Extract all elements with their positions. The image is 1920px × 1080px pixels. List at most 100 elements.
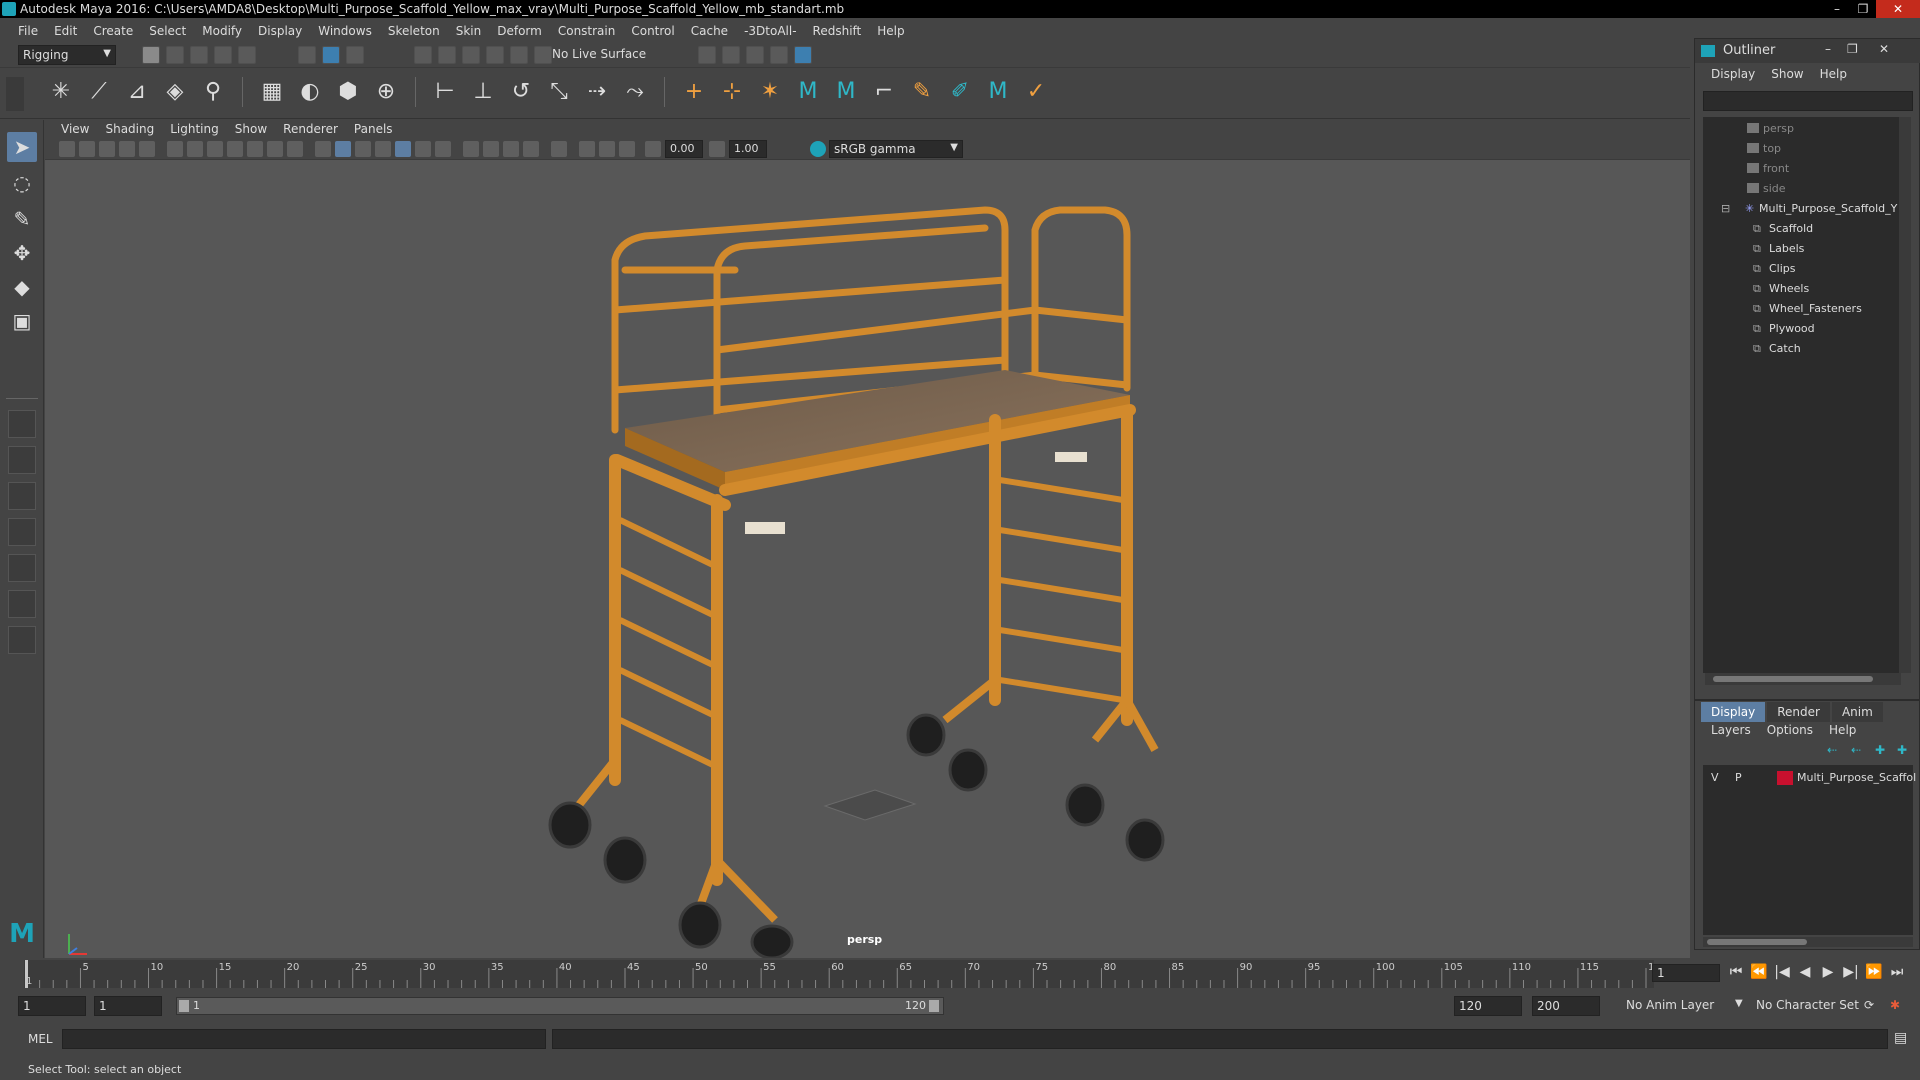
safe-action-icon[interactable] — [267, 141, 283, 157]
undo-icon[interactable] — [214, 46, 232, 64]
viewport-scene[interactable]: persp — [45, 160, 1690, 960]
start-time-field[interactable]: 1 — [18, 996, 86, 1016]
hik-character-icon[interactable]: ✶ — [755, 77, 785, 107]
outliner-layout-icon[interactable] — [8, 518, 36, 546]
field-chart-icon[interactable] — [247, 141, 263, 157]
gamma-field[interactable]: 1.00 — [729, 140, 767, 158]
restore-icon[interactable]: ❐ — [1847, 42, 1858, 56]
bind-skin-icon[interactable]: ▦ — [257, 77, 287, 107]
check-tool-icon[interactable]: ✓ — [1021, 77, 1051, 107]
snap-view-plane-icon[interactable] — [486, 46, 504, 64]
vp-menu-shading[interactable]: Shading — [97, 122, 162, 136]
range-slider[interactable]: 1 120 — [176, 997, 944, 1015]
outliner-menu-show[interactable]: Show — [1763, 67, 1811, 85]
layer-horizontal-scrollbar[interactable] — [1703, 937, 1913, 947]
vp-menu-panels[interactable]: Panels — [346, 122, 401, 136]
outliner-menu-help[interactable]: Help — [1812, 67, 1855, 85]
menu-windows[interactable]: Windows — [310, 24, 380, 38]
grid-toggle-icon[interactable] — [167, 141, 183, 157]
maya-logo-icon[interactable]: M — [983, 77, 1013, 107]
wireframe-icon[interactable] — [315, 141, 331, 157]
minimize-button[interactable]: – — [1824, 0, 1850, 18]
command-language-label[interactable]: MEL — [28, 1032, 53, 1046]
color-management-icon[interactable] — [810, 141, 826, 157]
open-scene-icon[interactable] — [166, 46, 184, 64]
locator-icon[interactable]: + — [679, 77, 709, 107]
xray-icon[interactable] — [579, 141, 595, 157]
ik-handle-icon[interactable]: ⟋ — [84, 77, 114, 107]
tab-display[interactable]: Display — [1701, 702, 1766, 722]
hypershade-layout-icon[interactable] — [8, 590, 36, 618]
vp-menu-view[interactable]: View — [53, 122, 97, 136]
joint-tool-icon[interactable]: ✳ — [46, 77, 76, 107]
step-back-key-icon[interactable]: ⏪ — [1749, 962, 1769, 982]
redo-icon[interactable] — [238, 46, 256, 64]
film-gate-icon[interactable] — [187, 141, 203, 157]
layer-playback-toggle[interactable]: P — [1735, 771, 1742, 784]
camera-select-icon[interactable] — [59, 141, 75, 157]
lattice-icon[interactable]: ⬢ — [333, 77, 363, 107]
maya-tool-alt-icon[interactable]: M — [831, 77, 861, 107]
view-transform-dropdown[interactable]: sRGB gamma ▼ — [829, 140, 963, 158]
render-frame-icon[interactable] — [722, 46, 740, 64]
play-backward-icon[interactable]: ◀ — [1795, 962, 1815, 982]
menu-constrain[interactable]: Constrain — [550, 24, 624, 38]
range-slider-left-handle[interactable] — [179, 1000, 189, 1012]
layer-move-up-icon[interactable]: ⇠ — [1827, 743, 1837, 757]
smooth-bind-icon[interactable]: ◐ — [295, 77, 325, 107]
new-scene-icon[interactable] — [142, 46, 160, 64]
rotate-tool-icon[interactable]: ◆ — [7, 272, 37, 302]
play-forward-icon[interactable]: ▶ — [1818, 962, 1838, 982]
shelf-tab-handle[interactable] — [6, 77, 24, 111]
gate-mask-icon[interactable] — [227, 141, 243, 157]
select-tool-icon[interactable]: ➤ — [7, 132, 37, 162]
live-surface-label[interactable]: No Live Surface — [552, 47, 646, 61]
grease-pencil-icon[interactable] — [139, 141, 155, 157]
menu-cache[interactable]: Cache — [683, 24, 736, 38]
minimize-icon[interactable]: – — [1825, 42, 1831, 56]
script-editor-icon[interactable]: ▤ — [1894, 1030, 1907, 1046]
step-forward-frame-icon[interactable]: ▶| — [1841, 962, 1861, 982]
outliner-horizontal-scrollbar[interactable] — [1705, 673, 1901, 685]
layer-row[interactable]: V P Multi_Purpose_Scaffol — [1703, 769, 1916, 787]
step-back-frame-icon[interactable]: |◀ — [1772, 962, 1792, 982]
depth-of-field-icon[interactable] — [523, 141, 539, 157]
motion-blur-icon[interactable] — [483, 141, 499, 157]
xray-components-icon[interactable] — [619, 141, 635, 157]
close-icon[interactable]: ✕ — [1879, 42, 1889, 56]
paint-weights-icon[interactable]: ✎ — [907, 77, 937, 107]
camera-attributes-icon[interactable] — [79, 141, 95, 157]
outliner-search-input[interactable] — [1703, 91, 1913, 111]
make-live-icon[interactable] — [510, 46, 528, 64]
scale-tool-icon[interactable]: ▣ — [7, 306, 37, 336]
new-layer-icon[interactable]: ✚ — [1875, 743, 1885, 757]
single-pane-layout-icon[interactable] — [8, 410, 36, 438]
restore-button[interactable]: ❐ — [1850, 0, 1876, 18]
skin-paint-icon[interactable]: ✐ — [945, 77, 975, 107]
layer-visibility-toggle[interactable]: V — [1711, 771, 1719, 784]
range-slider-right-handle[interactable] — [929, 1000, 939, 1012]
shadows-icon[interactable] — [435, 141, 451, 157]
point-constraint-icon[interactable]: ⊥ — [468, 77, 498, 107]
exposure-field[interactable]: 0.00 — [665, 140, 703, 158]
insert-joint-icon[interactable]: ◈ — [160, 77, 190, 107]
time-slider[interactable]: 1 5 10 15 20 25 30 35 40 45 50 55 60 65 70 75 80 85 90 95 10… — [24, 960, 1654, 988]
aim-constraint-icon[interactable]: ⇢ — [582, 77, 612, 107]
vp-menu-show[interactable]: Show — [227, 122, 275, 136]
snap-curve-icon[interactable] — [438, 46, 456, 64]
anti-aliasing-icon[interactable] — [503, 141, 519, 157]
lasso-tool-icon[interactable]: ◌ — [7, 168, 37, 198]
paint-select-icon[interactable]: ✎ — [7, 204, 37, 234]
vp-menu-renderer[interactable]: Renderer — [275, 122, 346, 136]
exposure-icon[interactable] — [645, 141, 661, 157]
lights-icon[interactable] — [415, 141, 431, 157]
menu-file[interactable]: File — [10, 24, 46, 38]
layer-move-down-icon[interactable]: ⇠ — [1851, 743, 1861, 757]
layers-menu-help[interactable]: Help — [1821, 723, 1864, 737]
save-scene-icon[interactable] — [190, 46, 208, 64]
bookmark-icon[interactable] — [99, 141, 115, 157]
pole-vector-icon[interactable]: ⤳ — [620, 77, 650, 107]
tab-render[interactable]: Render — [1767, 702, 1830, 722]
scrollbar-thumb[interactable] — [1707, 939, 1807, 945]
scale-constraint-icon[interactable]: ⤡ — [544, 77, 574, 107]
